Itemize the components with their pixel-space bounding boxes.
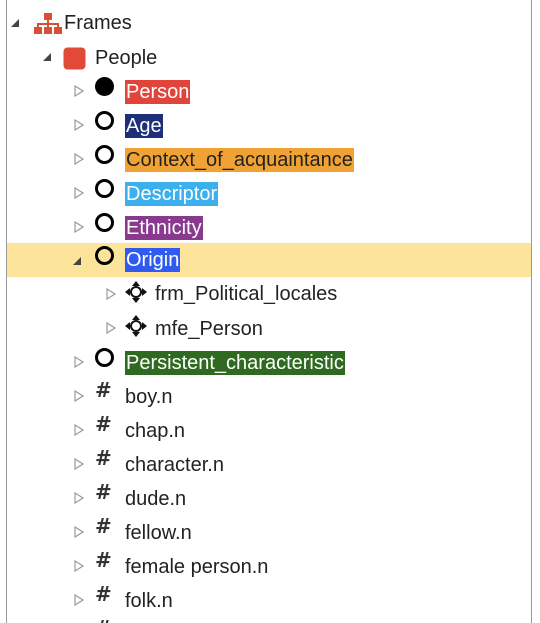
expand-arrow-icon[interactable] bbox=[105, 322, 117, 334]
tree-node-female-person-n[interactable]: # female person.n bbox=[7, 549, 531, 583]
tree-node-label: mfe_Person bbox=[155, 318, 263, 340]
tree-node-label: Descriptor bbox=[125, 182, 219, 206]
tree-node-chap-n[interactable]: # chap.n bbox=[7, 413, 531, 447]
tree-node-label: dude.n bbox=[125, 488, 187, 510]
tree-node-people[interactable]: People bbox=[7, 40, 531, 74]
hash-icon: # bbox=[95, 548, 112, 572]
tree-node-label: folk.n bbox=[125, 590, 173, 612]
hash-icon: # bbox=[95, 582, 112, 606]
tree-node-frm-political-locales[interactable]: frm_Political_locales bbox=[7, 277, 531, 311]
open-circle-icon bbox=[95, 348, 114, 367]
move-cross-icon bbox=[125, 281, 147, 303]
tree-node-label: chap.n bbox=[125, 420, 186, 442]
tree-node-ethnicity[interactable]: Ethnicity bbox=[7, 210, 531, 244]
tree-node-person[interactable]: Person bbox=[7, 74, 531, 108]
tree-node-descriptor[interactable]: Descriptor bbox=[7, 176, 531, 210]
open-circle-icon bbox=[95, 213, 114, 232]
expand-arrow-icon[interactable] bbox=[73, 424, 85, 436]
expand-arrow-icon[interactable] bbox=[73, 187, 85, 199]
tree-node-boy-n[interactable]: # boy.n bbox=[7, 379, 531, 413]
tree-node-fellow-n[interactable]: # fellow.n bbox=[7, 515, 531, 549]
expand-arrow-icon[interactable] bbox=[73, 119, 85, 131]
tree-node-character-n[interactable]: # character.n bbox=[7, 447, 531, 481]
tree-node-frames[interactable]: Frames bbox=[7, 6, 531, 40]
open-circle-icon bbox=[95, 246, 114, 265]
collapse-arrow-icon[interactable] bbox=[9, 17, 21, 29]
tree-panel: Frames People Person Age Context_of_acqu… bbox=[6, 0, 532, 623]
hash-icon: # bbox=[95, 378, 112, 402]
tree-node-label: female person.n bbox=[125, 556, 269, 578]
tree-node-origin[interactable]: Origin bbox=[7, 243, 531, 277]
tree-node-persistent-characteristic[interactable]: Persistent_characteristic bbox=[7, 345, 531, 379]
expand-arrow-icon[interactable] bbox=[73, 594, 85, 606]
tree-node-label: fellow.n bbox=[125, 522, 192, 544]
tree-node-mfe-person[interactable]: mfe_Person bbox=[7, 311, 531, 345]
open-circle-icon bbox=[95, 179, 114, 198]
tree-node-context-of-acquaintance[interactable]: Context_of_acquaintance bbox=[7, 142, 531, 176]
open-circle-icon bbox=[95, 111, 114, 130]
expand-arrow-icon[interactable] bbox=[73, 221, 85, 233]
tree-node-age[interactable]: Age bbox=[7, 108, 531, 142]
tree-node-label: boy.n bbox=[125, 386, 173, 408]
tree-node-label: Context_of_acquaintance bbox=[125, 148, 354, 172]
filled-circle-icon bbox=[95, 77, 114, 96]
hierarchy-icon bbox=[34, 11, 62, 35]
move-cross-icon bbox=[125, 315, 147, 337]
hash-icon: # bbox=[95, 412, 112, 436]
hash-icon: # bbox=[95, 446, 112, 470]
expand-arrow-icon[interactable] bbox=[73, 153, 85, 165]
tree-node-label: Ethnicity bbox=[125, 216, 203, 240]
tree-node-folk-n[interactable]: # folk.n bbox=[7, 583, 531, 617]
red-square-icon bbox=[62, 46, 86, 70]
expand-arrow-icon[interactable] bbox=[73, 526, 85, 538]
hash-icon: # bbox=[95, 618, 112, 623]
expand-arrow-icon[interactable] bbox=[73, 492, 85, 504]
tree-node-label: Age bbox=[125, 114, 163, 138]
tree-node-label: Frames bbox=[64, 12, 132, 34]
tree-node-label: Person bbox=[125, 80, 191, 104]
expand-arrow-icon[interactable] bbox=[73, 560, 85, 572]
collapse-arrow-icon[interactable] bbox=[71, 255, 83, 267]
tree-node-label: Persistent_characteristic bbox=[125, 351, 345, 375]
tree-node-label: character.n bbox=[125, 454, 224, 476]
tree-node-label: Origin bbox=[125, 248, 181, 272]
expand-arrow-icon[interactable] bbox=[73, 356, 85, 368]
expand-arrow-icon[interactable] bbox=[73, 85, 85, 97]
hash-icon: # bbox=[95, 480, 112, 504]
hash-icon: # bbox=[95, 514, 112, 538]
tree-node-dude-n[interactable]: # dude.n bbox=[7, 481, 531, 515]
tree-node-label: frm_Political_locales bbox=[155, 283, 338, 305]
expand-arrow-icon[interactable] bbox=[73, 390, 85, 402]
open-circle-icon bbox=[95, 145, 114, 164]
collapse-arrow-icon[interactable] bbox=[41, 51, 53, 63]
tree-node-partial: # bbox=[7, 617, 531, 623]
tree-node-label: People bbox=[95, 47, 158, 69]
expand-arrow-icon[interactable] bbox=[73, 458, 85, 470]
expand-arrow-icon[interactable] bbox=[105, 288, 117, 300]
